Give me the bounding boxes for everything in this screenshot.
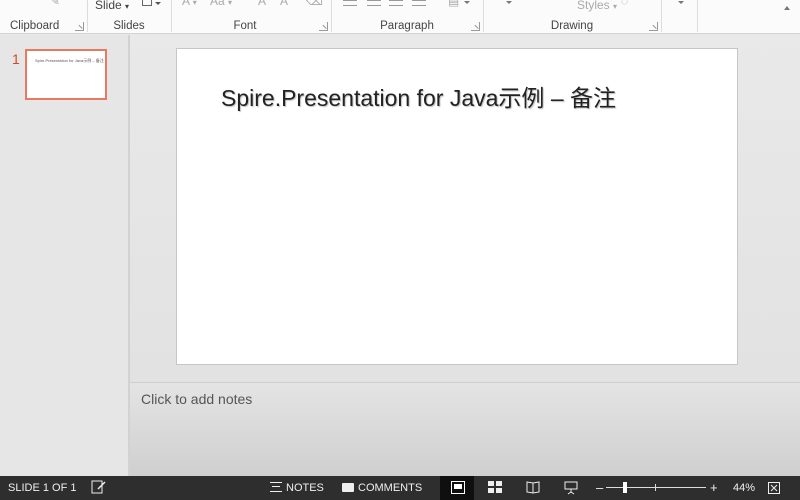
slide-sorter-icon (488, 481, 502, 493)
ribbon-separator (661, 0, 662, 32)
shrink-font-button[interactable]: A (280, 0, 288, 8)
slide-thumbnail[interactable]: Spire.Presentation for Java示例 – 备注 (25, 49, 107, 100)
ribbon-separator (697, 0, 698, 32)
quick-styles-button[interactable]: Styles ▾ (577, 0, 617, 12)
format-painter-icon[interactable]: ✎ (50, 0, 60, 8)
zoom-level[interactable]: 44% (733, 482, 755, 494)
change-case-button[interactable]: Aa ▾ (210, 0, 232, 8)
font-group-label: Font (233, 20, 257, 32)
spell-check-icon[interactable] (91, 480, 107, 497)
slide-canvas[interactable]: Spire.Presentation for Java示例 – 备注 (176, 48, 738, 365)
reading-view-button[interactable] (516, 476, 550, 500)
change-case-label: Aa (210, 0, 225, 8)
comment-icon (342, 483, 354, 492)
drawing-group-label: Drawing (550, 20, 594, 32)
comments-button[interactable]: COMMENTS (342, 482, 422, 494)
thumbnail-number: 1 (12, 51, 20, 67)
chevron-down-icon: ▾ (613, 2, 618, 11)
zoom-out-button[interactable]: – (596, 480, 603, 495)
thumbnail-title: Spire.Presentation for Java示例 – 备注 (35, 58, 104, 63)
chevron-down-icon (506, 1, 512, 4)
fit-to-window-icon[interactable] (767, 481, 781, 498)
paragraph-group: ▤ Paragraph (332, 0, 482, 34)
slides-group-label: Slides (113, 20, 145, 32)
align-center-icon[interactable] (367, 0, 381, 6)
clear-formatting-icon[interactable]: ⌫ (306, 0, 323, 8)
font-size-increase-label: A (182, 0, 190, 8)
chevron-down-icon (155, 2, 161, 5)
reading-view-icon (526, 481, 540, 494)
grow-font-button[interactable]: A (258, 0, 266, 8)
columns-icon[interactable]: ▤ (448, 0, 459, 8)
collapse-ribbon-icon[interactable] (784, 6, 790, 10)
zoom-slider-thumb[interactable] (622, 482, 627, 493)
paragraph-group-label: Paragraph (380, 20, 434, 32)
layout-icon[interactable] (142, 0, 152, 6)
new-slide-label: Slide (95, 0, 122, 12)
quick-styles-label: Styles (577, 0, 610, 12)
chevron-down-icon: ▾ (228, 0, 233, 7)
zoom-in-button[interactable]: + (710, 480, 718, 495)
normal-view-icon (451, 481, 465, 494)
notes-icon (270, 482, 282, 492)
slide-title[interactable]: Spire.Presentation for Java示例 – 备注 (221, 79, 616, 113)
notes-label: NOTES (286, 482, 324, 494)
notes-pane[interactable]: Click to add notes (130, 382, 800, 476)
drawing-launcher-icon[interactable] (649, 22, 658, 31)
slide-indicator: SLIDE 1 OF 1 (8, 482, 77, 494)
chevron-down-icon (464, 1, 470, 4)
clipboard-launcher-icon[interactable] (75, 22, 84, 31)
slide-editor: Spire.Presentation for Java示例 – 备注 (130, 35, 800, 382)
chevron-down-icon: ▾ (192, 0, 197, 7)
normal-view-button[interactable] (440, 476, 474, 500)
font-launcher-icon[interactable] (319, 22, 328, 31)
chevron-down-icon: ▾ (125, 2, 130, 11)
shape-effects-icon[interactable]: ◌ (621, 0, 628, 8)
ribbon: ✎ Clipboard Slide ▾ Slides A ▾ Aa ▾ A A … (0, 0, 800, 34)
status-bar: SLIDE 1 OF 1 NOTES COMMENTS – + 44% (0, 476, 800, 500)
slideshow-button[interactable] (554, 476, 588, 500)
zoom-slider-midmark (655, 484, 656, 491)
justify-icon[interactable] (412, 0, 426, 6)
notes-placeholder[interactable]: Click to add notes (141, 391, 252, 407)
align-left-icon[interactable] (343, 0, 357, 6)
comments-label: COMMENTS (358, 482, 423, 494)
slide-sorter-button[interactable] (478, 476, 512, 500)
new-slide-button[interactable]: Slide ▾ (95, 0, 129, 12)
slide-thumbnail-pane: 1 Spire.Presentation for Java示例 – 备注 (0, 35, 128, 476)
font-size-increase-button[interactable]: A ▾ (182, 0, 197, 8)
zoom-slider-track[interactable] (606, 487, 706, 488)
slides-group: Slide ▾ Slides (88, 0, 170, 34)
font-group: A ▾ Aa ▾ A A ⌫ Font (172, 0, 330, 34)
drawing-group: Styles ▾ ◌ Drawing (484, 0, 660, 34)
slideshow-icon (564, 481, 578, 495)
clipboard-group: ✎ Clipboard (0, 0, 86, 34)
align-right-icon[interactable] (389, 0, 403, 6)
editing-chevron-down-icon[interactable] (678, 1, 684, 4)
paragraph-launcher-icon[interactable] (471, 22, 480, 31)
notes-button[interactable]: NOTES (270, 482, 324, 494)
